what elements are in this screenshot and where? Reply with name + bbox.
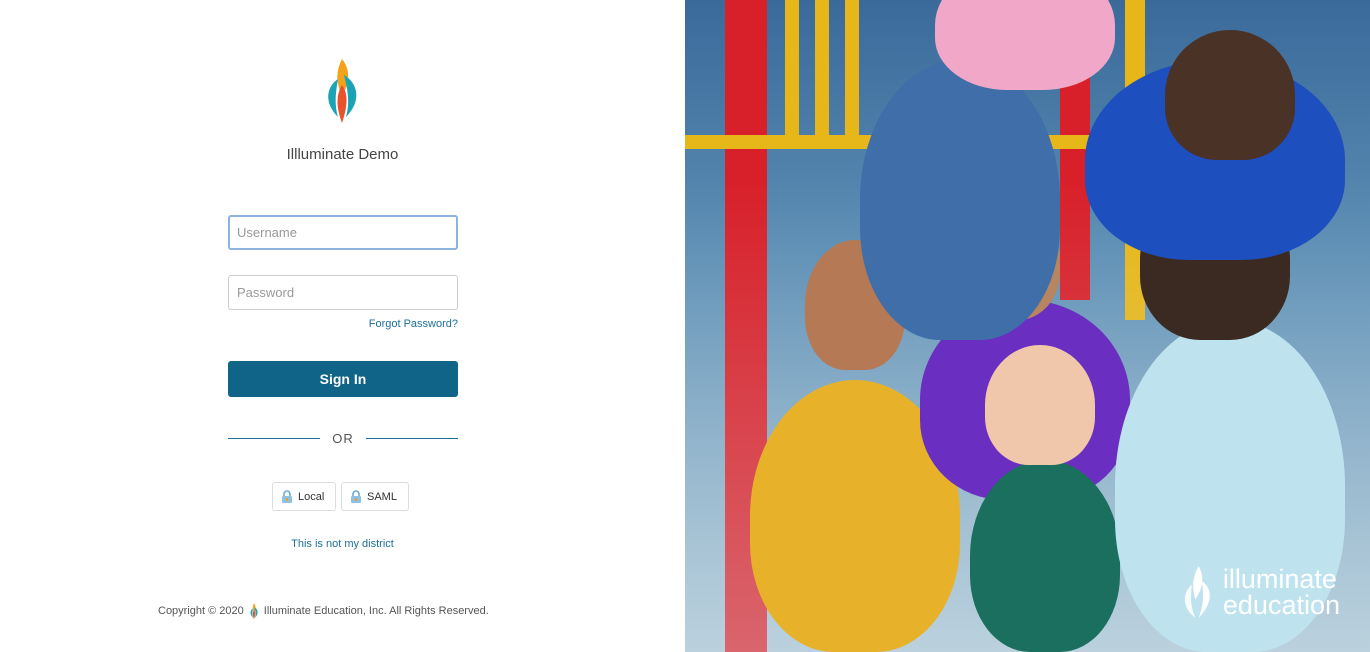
saml-auth-label: SAML xyxy=(367,490,397,503)
child-figure xyxy=(860,60,1060,340)
illuminate-logo-icon xyxy=(328,59,357,123)
child-figure xyxy=(985,345,1095,465)
username-placeholder: Username xyxy=(237,225,297,240)
brand-flame-icon xyxy=(1184,566,1210,618)
sign-in-button[interactable]: Sign In xyxy=(228,361,458,397)
not-my-district-link[interactable]: This is not my district xyxy=(0,538,685,550)
divider-line-right xyxy=(366,438,458,439)
lock-icon xyxy=(282,489,292,503)
brand-line-2: education xyxy=(1222,590,1340,620)
org-name: Illluminate Demo xyxy=(286,146,399,163)
password-placeholder: Password xyxy=(237,285,295,300)
password-input[interactable]: Password xyxy=(228,275,458,310)
illuminate-small-logo-icon xyxy=(250,603,258,620)
playground-rail xyxy=(815,0,829,140)
hero-photo: illuminate education xyxy=(685,0,1370,652)
child-figure xyxy=(935,0,1115,90)
copyright-footer: Copyright © 2020 Illuminate Education, I… xyxy=(158,602,489,620)
child-figure xyxy=(1165,30,1295,160)
brand-line-1: illuminate xyxy=(1222,564,1337,594)
playground-rail xyxy=(845,0,859,140)
saml-auth-button[interactable]: SAML xyxy=(341,482,409,511)
login-panel: Illluminate Demo Username Password Forgo… xyxy=(0,0,685,652)
child-figure xyxy=(970,460,1120,652)
local-auth-button[interactable]: Local xyxy=(272,482,336,511)
copyright-suffix: Illuminate Education, Inc. All Rights Re… xyxy=(263,605,489,617)
or-divider: OR xyxy=(228,431,458,447)
local-auth-label: Local xyxy=(298,490,325,503)
forgot-password-link[interactable]: Forgot Password? xyxy=(228,318,458,330)
copyright-prefix: Copyright © 2020 xyxy=(158,605,244,617)
lock-icon xyxy=(351,489,361,503)
playground-rail xyxy=(785,0,799,140)
username-input[interactable]: Username xyxy=(228,215,458,250)
brand-watermark: illuminate education xyxy=(1177,557,1340,627)
